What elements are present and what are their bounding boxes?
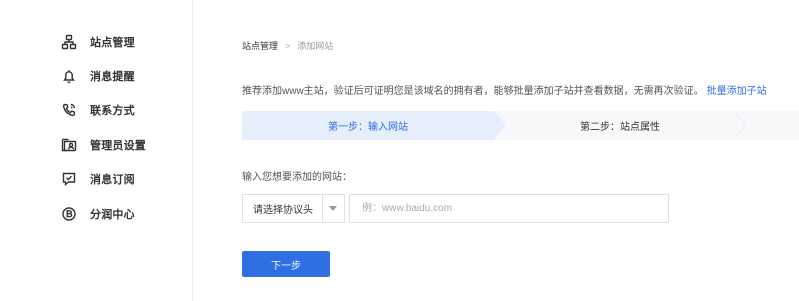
breadcrumb: 站点管理 > 添加网站 <box>242 39 333 52</box>
phone-icon <box>60 101 78 119</box>
sidebar-item-notifications[interactable]: 消息提醒 <box>60 65 135 87</box>
intro-text: 推荐添加www主站，验证后可证明您是该域名的拥有者，能够批量添加子站并查看数据，… <box>242 82 767 97</box>
sidebar-item-label: 管理员设置 <box>90 140 146 152</box>
intro-description: 推荐添加www主站，验证后可证明您是该域名的拥有者，能够批量添加子站并查看数据，… <box>242 86 704 97</box>
batch-add-subsites-link[interactable]: 批量添加子站 <box>707 86 767 97</box>
sidebar-item-label: 消息提醒 <box>90 71 135 83</box>
sidebar-item-contact[interactable]: 联系方式 <box>60 99 135 121</box>
sidebar: 站点管理 消息提醒 联系方式 管理员设置 消息订阅 分润中心 <box>0 0 193 301</box>
website-field-label: 输入您想要添加的网站： <box>242 172 352 183</box>
step-1-enter-site: 第一步：输入网站 <box>242 111 494 140</box>
sidebar-item-message-subscription[interactable]: 消息订阅 <box>60 168 135 190</box>
protocol-select[interactable]: 请选择协议头 <box>242 194 345 223</box>
breadcrumb-current: 添加网站 <box>297 41 334 51</box>
sitemap-icon <box>60 33 78 51</box>
sidebar-item-site-management[interactable]: 站点管理 <box>60 31 135 53</box>
protocol-select-value: 请选择协议头 <box>253 205 313 216</box>
step-2-arrow-fill <box>733 111 745 139</box>
bell-icon <box>60 67 78 85</box>
sidebar-item-revenue-center[interactable]: 分润中心 <box>60 203 135 225</box>
subscribe-icon <box>60 170 78 188</box>
chevron-down-icon <box>322 206 344 211</box>
step-1-arrow <box>494 111 506 139</box>
revenue-share-icon <box>60 205 78 223</box>
next-step-button[interactable]: 下一步 <box>242 251 330 277</box>
breadcrumb-separator: > <box>285 40 291 51</box>
step-2-site-attributes: 第二步：站点属性 <box>580 122 660 133</box>
sidebar-item-label: 站点管理 <box>90 37 135 49</box>
sidebar-item-label: 联系方式 <box>90 105 135 117</box>
sidebar-item-admin-settings[interactable]: 管理员设置 <box>60 134 146 156</box>
website-url-input[interactable] <box>349 194 669 223</box>
main-content: 站点管理 > 添加网站 推荐添加www主站，验证后可证明您是该域名的拥有者，能够… <box>194 0 799 301</box>
sidebar-item-label: 分润中心 <box>90 209 135 221</box>
sidebar-item-label: 消息订阅 <box>90 174 135 186</box>
breadcrumb-site-management-link[interactable]: 站点管理 <box>242 39 278 52</box>
admin-settings-icon <box>60 136 78 154</box>
step-progress: 第一步：输入网站 第二步：站点属性 第 <box>242 111 799 140</box>
